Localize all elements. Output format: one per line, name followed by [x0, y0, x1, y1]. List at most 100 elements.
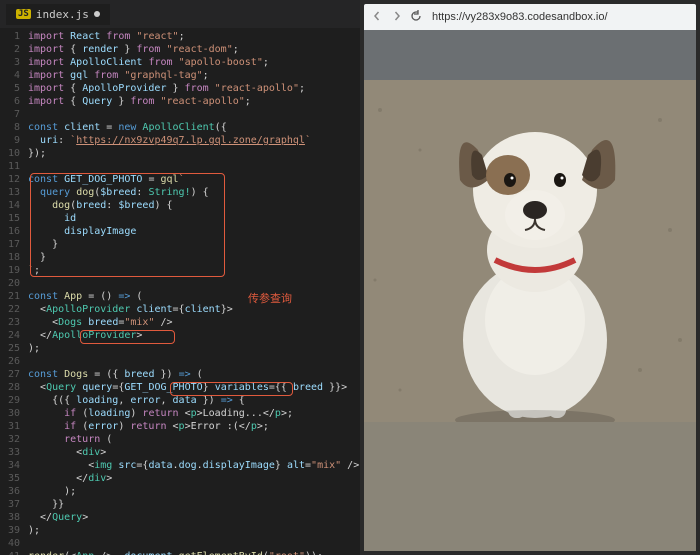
tab-filename: index.js: [36, 8, 89, 21]
code-line[interactable]: </ApolloProvider>: [28, 329, 360, 342]
line-number: 28: [0, 381, 20, 394]
line-number: 16: [0, 225, 20, 238]
line-number: 38: [0, 511, 20, 524]
code-line[interactable]: const App = () => (: [28, 290, 360, 303]
line-number: 21: [0, 290, 20, 303]
code-line[interactable]: </div>: [28, 472, 360, 485]
line-number: 36: [0, 485, 20, 498]
code-line[interactable]: [28, 277, 360, 290]
dog-image: [364, 30, 696, 422]
line-number: 41: [0, 550, 20, 555]
code-line[interactable]: const client = new ApolloClient({: [28, 121, 360, 134]
tab-index-js[interactable]: JS index.js: [6, 4, 110, 25]
code-line[interactable]: `;: [28, 264, 360, 277]
line-number: 15: [0, 212, 20, 225]
line-number: 7: [0, 108, 20, 121]
line-number: 1: [0, 30, 20, 43]
code-area[interactable]: 1234567891011121314151617181920212223242…: [0, 28, 360, 555]
line-number: 31: [0, 420, 20, 433]
code-line[interactable]: {({ loading, error, data }) => {: [28, 394, 360, 407]
line-number: 10: [0, 147, 20, 160]
line-number: 11: [0, 160, 20, 173]
editor-pane: JS index.js 1234567891011121314151617181…: [0, 0, 360, 555]
line-number: 17: [0, 238, 20, 251]
code-line[interactable]: [28, 160, 360, 173]
line-number: 34: [0, 459, 20, 472]
code-line[interactable]: import { render } from "react-dom";: [28, 43, 360, 56]
line-number: 26: [0, 355, 20, 368]
code-content[interactable]: import React from "react";import { rende…: [28, 30, 360, 555]
code-line[interactable]: const GET_DOG_PHOTO = gql`: [28, 173, 360, 186]
code-line[interactable]: }: [28, 251, 360, 264]
line-number: 37: [0, 498, 20, 511]
code-line[interactable]: [28, 108, 360, 121]
modified-indicator-icon: [94, 11, 100, 17]
browser-bar: https://vy283x9o83.codesandbox.io/: [364, 4, 696, 30]
code-line[interactable]: <ApolloProvider client={client}>: [28, 303, 360, 316]
code-line[interactable]: </Query>: [28, 511, 360, 524]
code-line[interactable]: }}: [28, 498, 360, 511]
line-number: 24: [0, 329, 20, 342]
code-line[interactable]: if (loading) return <p>Loading...</p>;: [28, 407, 360, 420]
code-line[interactable]: import React from "react";: [28, 30, 360, 43]
code-line[interactable]: const Dogs = ({ breed }) => (: [28, 368, 360, 381]
code-line[interactable]: );: [28, 524, 360, 537]
line-number: 8: [0, 121, 20, 134]
code-line[interactable]: <Dogs breed="mix" />: [28, 316, 360, 329]
line-number: 12: [0, 173, 20, 186]
preview-pane: https://vy283x9o83.codesandbox.io/: [360, 0, 700, 555]
line-number: 3: [0, 56, 20, 69]
line-number: 27: [0, 368, 20, 381]
js-file-icon: JS: [16, 9, 31, 19]
line-number: 30: [0, 407, 20, 420]
code-line[interactable]: id: [28, 212, 360, 225]
code-line[interactable]: [28, 355, 360, 368]
back-button[interactable]: [370, 10, 384, 25]
line-number: 22: [0, 303, 20, 316]
code-line[interactable]: import { ApolloProvider } from "react-ap…: [28, 82, 360, 95]
line-number: 4: [0, 69, 20, 82]
code-line[interactable]: displayImage: [28, 225, 360, 238]
line-number: 33: [0, 446, 20, 459]
line-number: 29: [0, 394, 20, 407]
line-number: 25: [0, 342, 20, 355]
code-line[interactable]: return (: [28, 433, 360, 446]
tab-bar: JS index.js: [0, 0, 360, 28]
line-number: 20: [0, 277, 20, 290]
code-line[interactable]: dog(breed: $breed) {: [28, 199, 360, 212]
url-bar[interactable]: https://vy283x9o83.codesandbox.io/: [428, 11, 690, 23]
line-number: 2: [0, 43, 20, 56]
code-line[interactable]: <img src={data.dog.displayImage} alt="mi…: [28, 459, 360, 472]
code-line[interactable]: import gql from "graphql-tag";: [28, 69, 360, 82]
preview-viewport: [364, 30, 696, 551]
annotation-label: 传参查询: [248, 290, 292, 306]
refresh-button[interactable]: [410, 10, 422, 25]
code-line[interactable]: query dog($breed: String!) {: [28, 186, 360, 199]
line-number: 14: [0, 199, 20, 212]
line-number: 9: [0, 134, 20, 147]
line-number: 6: [0, 95, 20, 108]
line-number: 39: [0, 524, 20, 537]
code-line[interactable]: );: [28, 485, 360, 498]
code-line[interactable]: });: [28, 147, 360, 160]
refresh-icon: [410, 10, 422, 22]
line-number-gutter: 1234567891011121314151617181920212223242…: [0, 30, 28, 555]
code-line[interactable]: import ApolloClient from "apollo-boost";: [28, 56, 360, 69]
code-line[interactable]: [28, 537, 360, 550]
code-line[interactable]: render(<App />, document.getElementById(…: [28, 550, 360, 555]
code-line[interactable]: <div>: [28, 446, 360, 459]
forward-button[interactable]: [390, 10, 404, 25]
code-line[interactable]: );: [28, 342, 360, 355]
code-line[interactable]: <Query query={GET_DOG_PHOTO} variables={…: [28, 381, 360, 394]
code-line[interactable]: import { Query } from "react-apollo";: [28, 95, 360, 108]
code-line[interactable]: }: [28, 238, 360, 251]
line-number: 5: [0, 82, 20, 95]
chevron-right-icon: [392, 11, 402, 21]
chevron-left-icon: [372, 11, 382, 21]
line-number: 35: [0, 472, 20, 485]
line-number: 32: [0, 433, 20, 446]
code-line[interactable]: uri: `https://nx9zvp49q7.lp.gql.zone/gra…: [28, 134, 360, 147]
line-number: 40: [0, 537, 20, 550]
line-number: 23: [0, 316, 20, 329]
code-line[interactable]: if (error) return <p>Error :(</p>;: [28, 420, 360, 433]
